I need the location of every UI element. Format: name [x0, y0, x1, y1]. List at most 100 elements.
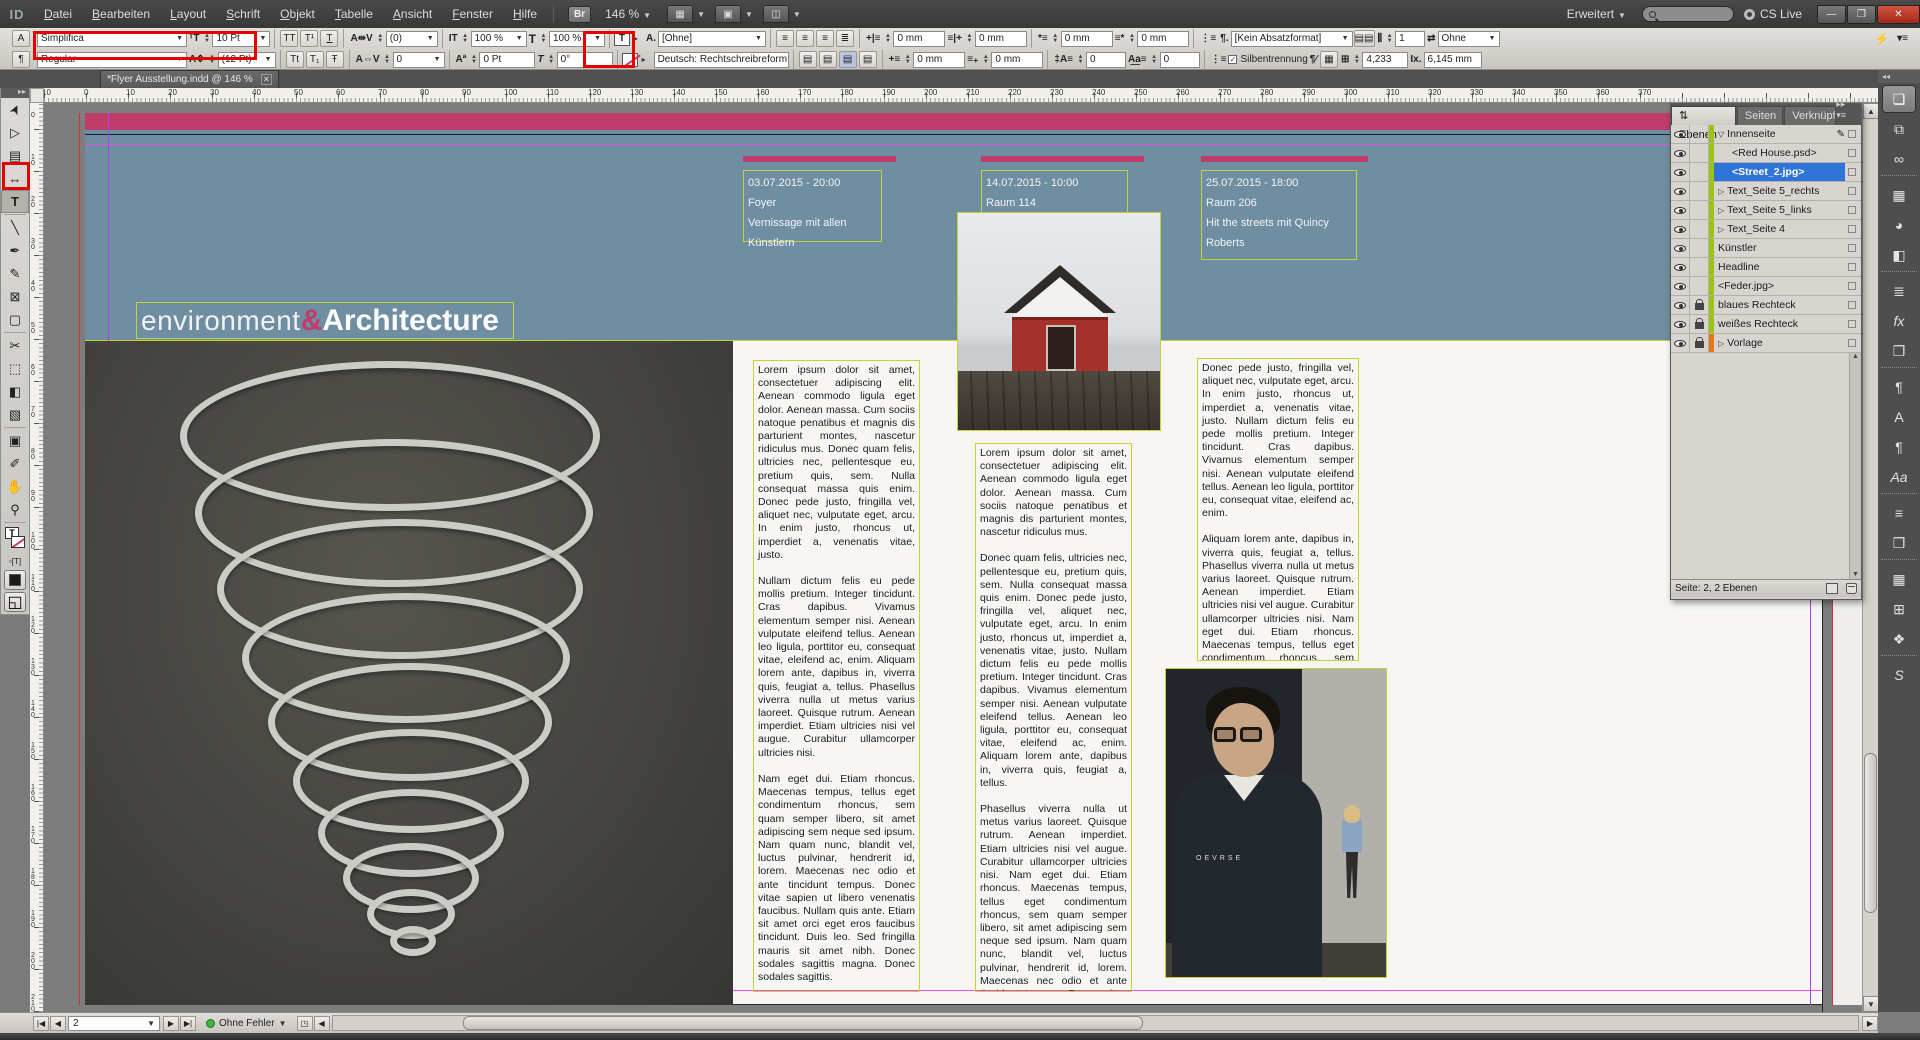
layer-name[interactable]: ▷Text_Seite 4: [1714, 220, 1845, 238]
lock-cell-empty[interactable]: [1690, 182, 1709, 200]
leading-dropdown[interactable]: (12 Pt)▼: [218, 52, 276, 68]
object-styles-panel-icon[interactable]: ❒: [1882, 529, 1916, 557]
new-layer-icon[interactable]: [1826, 583, 1838, 594]
layer-name[interactable]: <Feder.jpg>: [1714, 277, 1845, 295]
layer-name[interactable]: <Street_2.jpg>: [1714, 163, 1845, 181]
align-right-button[interactable]: ≡: [816, 30, 834, 47]
last-page-button[interactable]: ▶|: [180, 1016, 196, 1031]
cs-live-label[interactable]: CS Live: [1760, 7, 1802, 21]
gradient-feather-tool-icon[interactable]: ▧: [1, 403, 29, 426]
paragraph-styles-panel-icon[interactable]: ≡: [1882, 499, 1916, 527]
lock-cell-empty[interactable]: [1690, 239, 1709, 257]
lock-cell-empty[interactable]: [1690, 144, 1709, 162]
stroke-panel-icon[interactable]: ≣: [1882, 277, 1916, 305]
font-size-stepper[interactable]: ▲▼: [202, 34, 211, 44]
indent-left-stepper[interactable]: ▲▼: [883, 34, 892, 44]
kerning-stepper[interactable]: ▲▼: [376, 34, 385, 44]
layer-select-square[interactable]: [1848, 130, 1856, 138]
kuler-panel-icon[interactable]: S: [1882, 661, 1916, 689]
next-page-button[interactable]: ▶: [163, 1016, 179, 1031]
layer-select-square[interactable]: [1848, 225, 1856, 233]
visibility-eye-icon[interactable]: [1671, 334, 1690, 352]
justify-all-button[interactable]: ▤: [839, 51, 857, 68]
lock-icon[interactable]: [1690, 296, 1709, 314]
restore-button[interactable]: ❐: [1847, 5, 1876, 24]
font-family-dropdown[interactable]: Simplifica▼: [37, 31, 187, 47]
menu-hilfe[interactable]: Hilfe: [503, 7, 547, 21]
layer-name[interactable]: weißes Rechteck: [1714, 315, 1845, 333]
stroke-swatch-icon[interactable]: [11, 536, 25, 548]
layer-select-square[interactable]: [1848, 320, 1856, 328]
horizontal-scroll-thumb[interactable]: [463, 1016, 1143, 1030]
cell-styles-panel-icon[interactable]: ⊞: [1882, 595, 1916, 623]
horizontal-scrollbar[interactable]: [332, 1015, 1859, 1031]
strikethrough-button[interactable]: Ŧ: [326, 51, 344, 68]
layer-row[interactable]: ▷Vorlage: [1671, 334, 1861, 353]
text-column-2[interactable]: Lorem ipsum dolor sit amet, consectetuer…: [975, 443, 1132, 992]
visibility-eye-icon[interactable]: [1671, 258, 1690, 276]
event-text-frame-3[interactable]: 25.07.2015 - 18:00Raum 206Hit the street…: [1201, 170, 1357, 260]
links-panel-icon[interactable]: ∞: [1882, 145, 1916, 173]
pen-tool-icon[interactable]: ✒: [1, 239, 29, 262]
text-column-1[interactable]: Lorem ipsum dolor sit amet, consectetuer…: [753, 360, 920, 992]
layer-select-square[interactable]: [1848, 301, 1856, 309]
layer-row[interactable]: <Red House.psd>: [1671, 144, 1861, 163]
event-accent-bar[interactable]: [743, 156, 896, 162]
leading-stepper[interactable]: ▲▼: [208, 55, 217, 65]
horizontal-scale-dropdown[interactable]: 100 %▼: [549, 31, 605, 47]
lock-cell-empty[interactable]: [1690, 163, 1709, 181]
event-accent-bar[interactable]: [1201, 156, 1368, 162]
horizontal-scale-stepper[interactable]: ▲▼: [539, 34, 548, 44]
vertical-scale-stepper[interactable]: ▲▼: [461, 34, 470, 44]
layer-name[interactable]: Headline: [1714, 258, 1845, 276]
workspace-switcher[interactable]: Erweitert▼: [1567, 7, 1626, 21]
preflight-menu-icon[interactable]: ◳: [297, 1016, 313, 1031]
view-options-button[interactable]: ▦: [667, 5, 693, 23]
fill-color-swatch[interactable]: T: [614, 32, 630, 46]
last-line-indent-field[interactable]: 0 mm: [1137, 31, 1189, 47]
bridge-button[interactable]: Br: [568, 6, 591, 23]
layer-name[interactable]: ▷Text_Seite 5_rechts: [1714, 182, 1845, 200]
quick-apply-icon[interactable]: ⚡: [1874, 32, 1889, 46]
drop-cap-lines-stepper[interactable]: ▲▼: [1076, 55, 1085, 65]
text-column-3[interactable]: Donec pede justo, fringilla vel, aliquet…: [1197, 358, 1359, 661]
screen-mode-button[interactable]: ◫: [763, 5, 789, 23]
visibility-eye-icon[interactable]: [1671, 201, 1690, 219]
menu-datei[interactable]: Datei: [34, 7, 82, 21]
scroll-up-icon[interactable]: ▲: [1863, 103, 1879, 119]
span-columns-dropdown[interactable]: Ohne▼: [1438, 31, 1500, 47]
visibility-eye-icon[interactable]: [1671, 125, 1690, 143]
document-tab[interactable]: *Flyer Ausstellung.indd @ 146 % ✕: [100, 70, 279, 88]
tracking-stepper[interactable]: ▲▼: [383, 55, 392, 65]
page-number-dropdown[interactable]: 2▼: [68, 1016, 160, 1031]
scroll-left-icon[interactable]: ◀: [314, 1016, 330, 1031]
visibility-eye-icon[interactable]: [1671, 163, 1690, 181]
columns-stepper[interactable]: ▲▼: [1385, 34, 1394, 44]
vertical-ruler[interactable]: 0102030405060708090100110120130140150160…: [30, 103, 44, 1012]
preflight-status-text[interactable]: Ohne Fehler: [219, 1018, 275, 1029]
layer-row[interactable]: weißes Rechteck: [1671, 315, 1861, 334]
menu-ansicht[interactable]: Ansicht: [383, 7, 442, 21]
vertical-scale-dropdown[interactable]: 100 %▼: [471, 31, 527, 47]
font-size-dropdown[interactable]: 10 Pt▼: [212, 31, 270, 47]
layer-row[interactable]: blaues Rechteck: [1671, 296, 1861, 315]
lock-cell-empty[interactable]: [1690, 258, 1709, 276]
menu-objekt[interactable]: Objekt: [270, 7, 325, 21]
lock-cell-empty[interactable]: [1690, 201, 1709, 219]
lock-icon[interactable]: [1690, 334, 1709, 352]
zoom-tool-icon[interactable]: ⚲: [1, 498, 29, 521]
text-wrap-panel-icon[interactable]: ¶: [1882, 373, 1916, 401]
indent-left-field[interactable]: 0 mm: [893, 31, 945, 47]
lock-cell-empty[interactable]: [1690, 220, 1709, 238]
object-states-panel-icon[interactable]: ❐: [1882, 337, 1916, 365]
space-before-field[interactable]: 0 mm: [913, 52, 965, 68]
indent-right-stepper[interactable]: ▲▼: [965, 34, 974, 44]
first-line-indent-field[interactable]: 0 mm: [1061, 31, 1113, 47]
free-transform-tool-icon[interactable]: ⬚: [1, 357, 29, 380]
all-caps-button[interactable]: TT: [280, 30, 298, 47]
balance-columns-button[interactable]: ▤▤: [1354, 30, 1375, 47]
subscript-button[interactable]: T₁: [306, 51, 324, 68]
event-text-frame-1[interactable]: 03.07.2015 - 20:00FoyerVernissage mit al…: [743, 170, 882, 242]
kerning-dropdown[interactable]: (0)▼: [386, 31, 438, 47]
panel-menu-icon[interactable]: ▾≡: [1897, 33, 1908, 44]
